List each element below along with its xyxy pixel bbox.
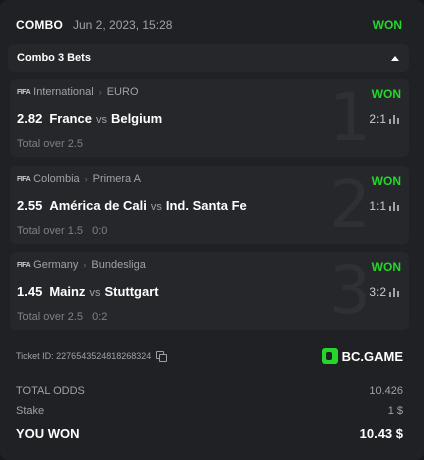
bet-index-watermark: 2: [329, 166, 371, 243]
combo-bets-title: Combo 3 Bets: [17, 52, 91, 64]
slip-type: COMBO: [16, 18, 63, 32]
slip-header: COMBO Jun 2, 2023, 15:28 WON: [16, 16, 408, 34]
bet-market-line: Total over 2.5: [17, 138, 83, 150]
stats-icon[interactable]: [389, 115, 399, 124]
brand-name: BC.GAME: [341, 348, 403, 364]
bet-market-line: Total over 1.5 0:0: [17, 225, 107, 237]
bet-odds: 1.45: [17, 284, 43, 299]
slip-datetime: Jun 2, 2023, 15:28: [73, 18, 173, 32]
league-name: Primera A: [92, 173, 141, 185]
final-score: 0:2: [92, 311, 108, 323]
league-line: FIFA Germany › Bundesliga: [17, 259, 146, 271]
payout-value: 10.43 $: [359, 426, 403, 441]
away-team: Stuttgart: [104, 284, 159, 299]
total-odds-value: 10.426: [369, 385, 403, 397]
stake-row: Stake 1 $: [16, 405, 403, 417]
bcgame-logo-icon: [321, 348, 338, 364]
match-line: 2.55 América de Cali vs Ind. Santa Fe: [17, 198, 247, 213]
bet-card-2: 2 FIFA Colombia › Primera A WON 2.55 Amé…: [10, 166, 409, 244]
bet-odds: 2.55: [17, 198, 43, 213]
chevron-right-icon: ›: [83, 260, 87, 270]
match-line: 2.82 France vs Belgium: [17, 111, 162, 126]
versus-label: vs: [89, 287, 101, 299]
bet-market-line: Total over 2.5 0:2: [17, 311, 107, 323]
home-team: Mainz: [49, 284, 86, 299]
bet-card-1: 1 FIFA International › EURO WON 2.82 Fra…: [10, 79, 409, 157]
stake-value: 1 $: [387, 405, 403, 417]
total-odds-row: TOTAL ODDS 10.426: [16, 385, 403, 397]
payout-row: YOU WON 10.43 $: [16, 426, 403, 441]
fifa-icon: FIFA: [17, 175, 31, 183]
chevron-right-icon: ›: [98, 87, 102, 97]
stats-icon[interactable]: [389, 202, 399, 211]
league-line: FIFA Colombia › Primera A: [17, 173, 141, 185]
final-score: 0:0: [92, 225, 108, 237]
payout-label: YOU WON: [16, 426, 80, 441]
bet-market: Total over 1.5: [17, 225, 84, 237]
combo-bets-toggle[interactable]: Combo 3 Bets: [8, 44, 409, 72]
league-country: Germany: [33, 259, 79, 271]
match-score: 3:2: [369, 285, 386, 299]
bet-market: Total over 2.5: [17, 138, 84, 150]
caret-up-icon: [391, 55, 399, 61]
away-team: Belgium: [110, 111, 163, 126]
ticket-id: Ticket ID: 2276543524818268324: [16, 351, 168, 362]
bet-odds: 2.82: [17, 111, 43, 126]
league-country: International: [33, 86, 94, 98]
bet-market: Total over 2.5: [17, 311, 84, 323]
chevron-right-icon: ›: [84, 174, 88, 184]
fifa-icon: FIFA: [17, 261, 31, 269]
bet-card-3: 3 FIFA Germany › Bundesliga WON 1.45 Mai…: [10, 252, 409, 330]
match-line: 1.45 Mainz vs Stuttgart: [17, 284, 159, 299]
versus-label: vs: [150, 201, 162, 213]
home-team: América de Cali: [49, 198, 147, 213]
league-line: FIFA International › EURO: [17, 86, 139, 98]
league-name: EURO: [106, 86, 139, 98]
stats-icon[interactable]: [389, 288, 399, 297]
home-team: France: [49, 111, 92, 126]
match-score: 1:1: [369, 199, 386, 213]
ticket-id-label: Ticket ID: 2276543524818268324: [16, 351, 152, 361]
bet-result-badge: WON: [371, 174, 401, 188]
total-odds-label: TOTAL ODDS: [16, 385, 85, 397]
bet-slip-card: COMBO Jun 2, 2023, 15:28 WON Combo 3 Bet…: [0, 0, 424, 460]
league-country: Colombia: [33, 173, 80, 185]
bet-index-watermark: 3: [329, 252, 371, 329]
copy-icon[interactable]: [156, 351, 168, 362]
versus-label: vs: [95, 114, 107, 126]
brand-logo: BC.GAME: [321, 348, 403, 364]
bet-result-badge: WON: [371, 260, 401, 274]
fifa-icon: FIFA: [17, 88, 31, 96]
slip-status-badge: WON: [372, 18, 402, 32]
stake-label: Stake: [16, 405, 45, 417]
away-team: Ind. Santa Fe: [165, 198, 247, 213]
league-name: Bundesliga: [91, 259, 146, 271]
bet-index-watermark: 1: [329, 79, 371, 156]
bet-result-badge: WON: [371, 87, 401, 101]
match-score: 2:1: [369, 112, 386, 126]
